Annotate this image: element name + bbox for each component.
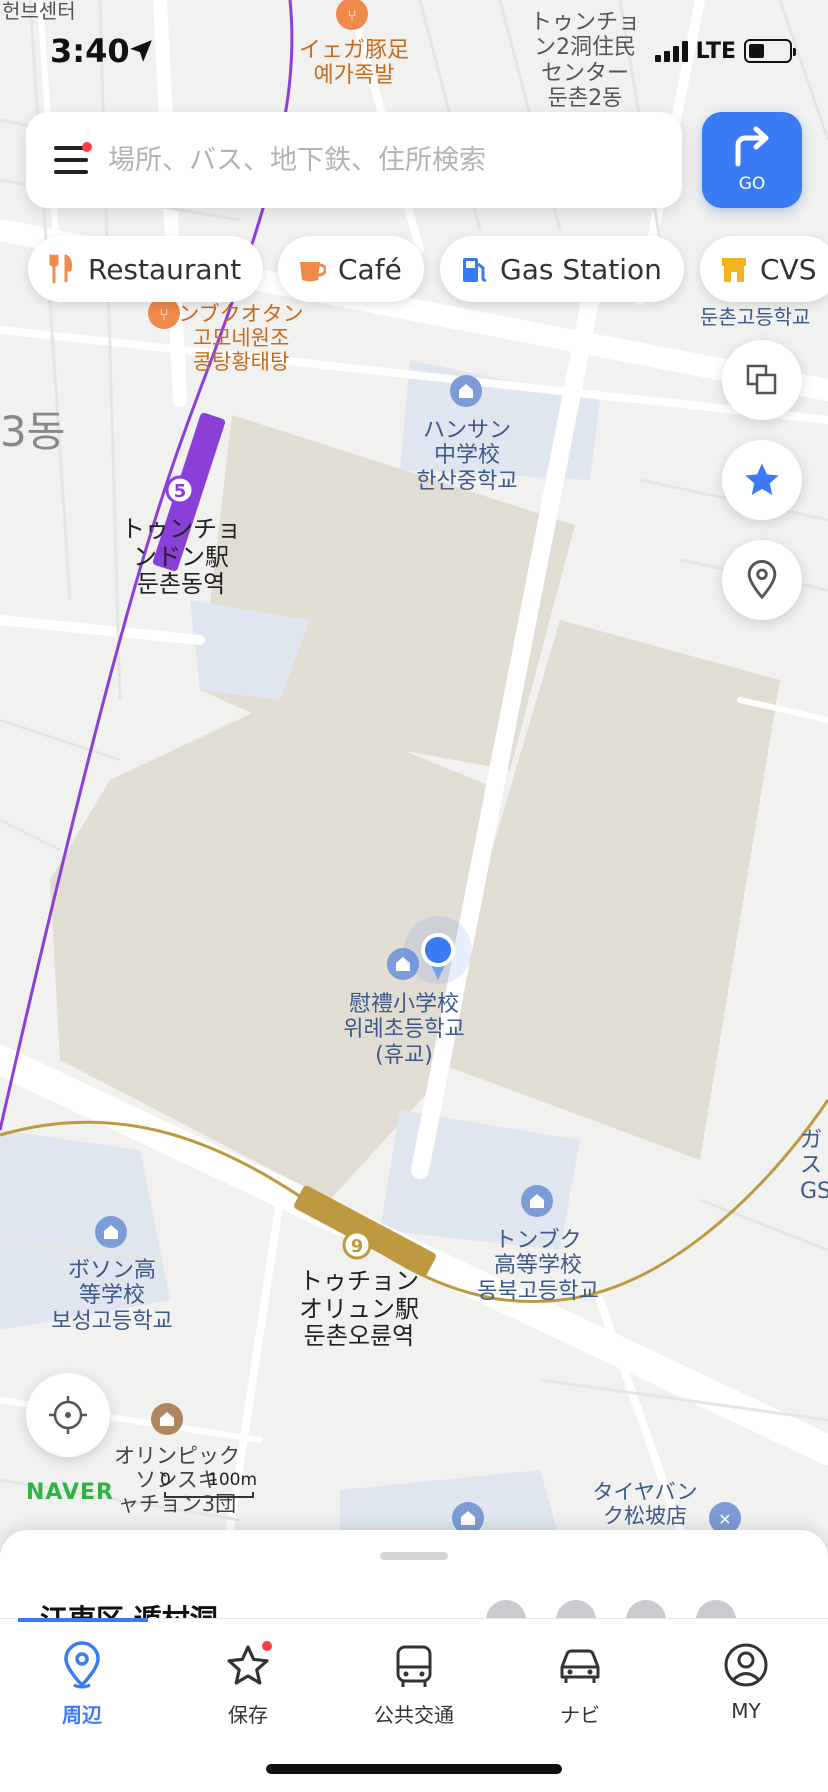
- tab-saved[interactable]: 保存: [178, 1641, 318, 1731]
- map-label: 헌브센터: [2, 0, 76, 23]
- svg-text:⑂: ⑂: [347, 6, 357, 25]
- active-tab-indicator: [18, 1618, 148, 1622]
- map-pin-icon: [747, 560, 777, 600]
- chip-label: Café: [338, 252, 402, 286]
- network-type: LTE: [695, 38, 736, 64]
- search-bar: [26, 112, 682, 208]
- coffee-cup-icon: [300, 262, 326, 282]
- line-5-number: 5: [174, 481, 187, 502]
- chip-label: Restaurant: [88, 252, 242, 286]
- search-input[interactable]: [108, 136, 648, 184]
- sheet-handle[interactable]: [380, 1552, 448, 1560]
- signal-icon: [654, 40, 688, 62]
- location-arrow-icon: [130, 40, 152, 62]
- tab-my[interactable]: MY: [676, 1641, 816, 1731]
- map-label-middle-school[interactable]: ハンサン 中学校 한산중학교: [400, 418, 534, 494]
- current-location-dot: [421, 933, 455, 967]
- layers-button[interactable]: [722, 340, 802, 420]
- status-time: 3:40: [50, 32, 130, 70]
- tab-nearby[interactable]: 周辺: [12, 1641, 152, 1731]
- fork-knife-icon: [49, 254, 72, 284]
- naver-logo: NAVER: [26, 1480, 114, 1505]
- tab-label: MY: [731, 1699, 761, 1723]
- map-scale: 0 100m: [160, 1470, 257, 1498]
- map-label-high-school[interactable]: 둔촌고등학교: [700, 306, 828, 329]
- school-poi-icon: [95, 1216, 127, 1248]
- scale-zero: 0: [160, 1470, 171, 1490]
- map-label-high-school[interactable]: ボソン高 等学校 보성고등학교: [40, 1258, 184, 1334]
- my-location-button[interactable]: [26, 1373, 110, 1457]
- store-icon: [722, 258, 746, 282]
- chip-label: CVS: [760, 252, 817, 286]
- chip-restaurant[interactable]: Restaurant: [28, 236, 264, 302]
- pin-button[interactable]: [722, 540, 802, 620]
- layers-icon: [746, 364, 777, 395]
- user-icon: [724, 1643, 768, 1687]
- home-indicator[interactable]: [266, 1764, 562, 1774]
- school-poi-icon: [521, 1185, 553, 1217]
- landmark-poi-icon: [151, 1403, 183, 1435]
- chip-gas-station[interactable]: Gas Station: [440, 236, 684, 302]
- tab-label: ナビ: [560, 1703, 600, 1727]
- turn-right-arrow-icon: [735, 126, 769, 167]
- tab-label: 周辺: [62, 1703, 102, 1727]
- school-poi-icon: [450, 375, 482, 407]
- category-chips: Restaurant Café Gas Station CVS: [28, 236, 828, 302]
- map-label-station-9[interactable]: トゥチョン オリュン駅 둔촌오륜역: [284, 1267, 434, 1351]
- map-label-school[interactable]: 慰禮小学校 위례초등학교 (휴교): [330, 992, 478, 1068]
- bus-icon: [396, 1645, 432, 1687]
- chip-cvs[interactable]: CVS: [700, 236, 828, 302]
- map-label-high-school[interactable]: トンブク 高等学校 동북고등학교: [466, 1228, 610, 1304]
- line-9-number: 9: [351, 1236, 364, 1257]
- chip-cafe[interactable]: Café: [278, 236, 424, 302]
- tab-label: 公共交通: [374, 1703, 454, 1727]
- svg-text:✕: ✕: [718, 1510, 731, 1529]
- map-label-district: 3동: [0, 407, 66, 456]
- star-icon: [745, 463, 779, 495]
- tab-transit[interactable]: 公共交通: [344, 1641, 484, 1731]
- saved-badge-dot: [262, 1641, 272, 1651]
- favorites-button[interactable]: [722, 440, 802, 520]
- chip-label: Gas Station: [500, 252, 662, 286]
- map-label-restaurant[interactable]: ンブクオタン 고모네원조 콩탕황태탕: [166, 302, 316, 374]
- fuel-pump-icon: [463, 258, 487, 282]
- map-label: ガ ス GS: [800, 1128, 828, 1204]
- car-icon: [560, 1649, 600, 1683]
- go-button[interactable]: GO: [702, 112, 802, 208]
- go-label: GO: [738, 174, 766, 194]
- map-label-station-5[interactable]: トゥンチョ ンドン駅 둔촌동역: [108, 515, 254, 599]
- map-label[interactable]: タイヤバン ク松坡店: [580, 1480, 710, 1528]
- tab-navi[interactable]: ナビ: [510, 1641, 650, 1731]
- location-pin-icon: [64, 1641, 100, 1689]
- scale-label: 100m: [208, 1470, 258, 1490]
- status-bar: 3:40 LTE: [0, 30, 828, 74]
- battery-icon: [744, 39, 796, 63]
- notification-dot: [82, 142, 92, 152]
- tab-label: 保存: [228, 1703, 268, 1727]
- crosshair-icon: [49, 1396, 87, 1434]
